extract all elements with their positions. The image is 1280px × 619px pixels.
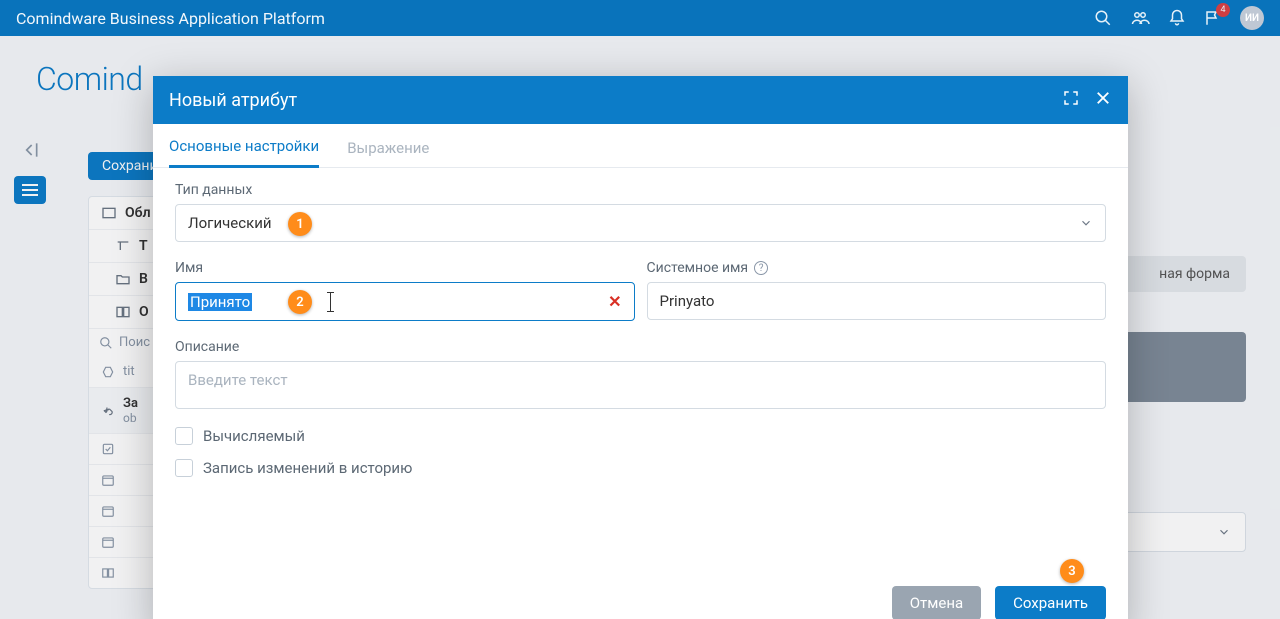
callout-3: 3 <box>1060 559 1084 583</box>
fullscreen-icon[interactable] <box>1062 89 1080 111</box>
users-icon[interactable] <box>1130 9 1150 27</box>
tab-expression[interactable]: Выражение <box>347 129 429 167</box>
description-field: Описание Введите текст <box>175 339 1106 409</box>
modal-footer: Отмена Сохранить 3 <box>153 570 1128 619</box>
modal-title: Новый атрибут <box>169 90 297 111</box>
app-body: Comind Сохрани Обл Т В О Поис <box>0 36 1280 619</box>
text-cursor-icon <box>330 292 331 312</box>
name-label: Имя <box>175 260 635 276</box>
help-icon[interactable]: ? <box>754 261 768 275</box>
datatype-select[interactable]: Логический 1 <box>175 204 1106 242</box>
description-label: Описание <box>175 339 1106 355</box>
history-checkbox[interactable] <box>175 459 193 477</box>
name-value: Принято <box>188 293 252 311</box>
history-label: Запись изменений в историю <box>203 459 412 477</box>
sysname-field-group: Системное имя ? Prinyato <box>647 260 1107 321</box>
datatype-label: Тип данных <box>175 182 1106 198</box>
chevron-down-icon <box>1079 216 1093 230</box>
callout-1: 1 <box>288 212 312 236</box>
tab-main-settings[interactable]: Основные настройки <box>169 127 319 168</box>
sysname-label: Системное имя ? <box>647 260 1107 276</box>
modal-header: Новый атрибут <box>153 76 1128 124</box>
datatype-field: Тип данных Логический 1 <box>175 182 1106 242</box>
modal-body: Тип данных Логический 1 Имя Принято ✕ 2 <box>153 168 1128 570</box>
name-input[interactable]: Принято ✕ 2 <box>175 282 635 321</box>
description-input[interactable]: Введите текст <box>175 361 1106 409</box>
datatype-value: Логический <box>188 214 272 232</box>
close-icon[interactable] <box>1094 89 1112 111</box>
history-checkbox-row[interactable]: Запись изменений в историю <box>175 459 1106 477</box>
clear-icon[interactable]: ✕ <box>608 292 621 311</box>
cancel-button[interactable]: Отмена <box>892 586 981 619</box>
notification-badge: 4 <box>1216 3 1230 17</box>
topbar-actions: 4 ИИ <box>1094 6 1264 30</box>
name-field-group: Имя Принято ✕ 2 <box>175 260 635 321</box>
topbar: Comindware Business Application Platform… <box>0 0 1280 36</box>
new-attribute-modal: Новый атрибут Основные настройки Выражен… <box>153 76 1128 619</box>
app-title: Comindware Business Application Platform <box>16 9 325 28</box>
modal-tabs: Основные настройки Выражение <box>153 124 1128 168</box>
computed-label: Вычисляемый <box>203 427 305 445</box>
computed-checkbox[interactable] <box>175 427 193 445</box>
callout-2: 2 <box>288 290 312 314</box>
avatar[interactable]: ИИ <box>1240 6 1264 30</box>
computed-checkbox-row[interactable]: Вычисляемый <box>175 427 1106 445</box>
search-icon[interactable] <box>1094 9 1112 27</box>
sysname-input[interactable]: Prinyato <box>647 282 1107 320</box>
bell-icon[interactable] <box>1168 9 1186 27</box>
flag-icon[interactable]: 4 <box>1204 9 1222 27</box>
save-button[interactable]: Сохранить <box>995 586 1106 619</box>
sysname-value: Prinyato <box>660 292 715 310</box>
